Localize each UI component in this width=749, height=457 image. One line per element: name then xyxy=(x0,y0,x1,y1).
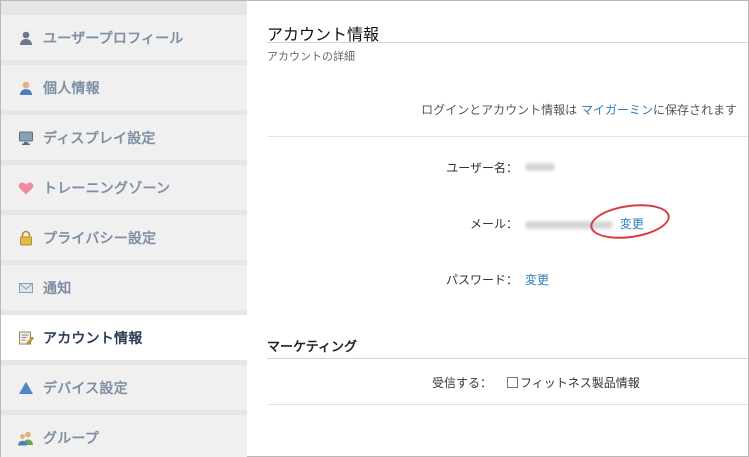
sidebar-item-user-profile[interactable]: ユーザープロフィール xyxy=(1,15,247,60)
person-icon xyxy=(17,79,35,97)
sidebar-item-device-settings[interactable]: デバイス設定 xyxy=(1,365,247,410)
sidebar-item-notifications[interactable]: 通知 xyxy=(1,265,247,310)
fitness-products-checkbox[interactable] xyxy=(507,377,518,388)
group-icon xyxy=(17,429,35,447)
username-value xyxy=(525,159,555,173)
lock-icon xyxy=(17,229,35,247)
marketing-heading: マーケティング xyxy=(267,340,357,355)
mail-icon xyxy=(17,279,35,297)
sidebar-item-label: ディスプレイ設定 xyxy=(43,130,156,147)
sidebar-item-training-zones[interactable]: トレーニングゾーン xyxy=(1,165,247,210)
title-divider xyxy=(267,42,748,43)
username-label: ユーザー名： xyxy=(446,161,518,175)
fitness-products-option[interactable]: フィットネス製品情報 xyxy=(507,374,640,391)
settings-sidebar: ユーザープロフィール 個人情報 ディスプレイ設定 トレーニングゾーン プライバシ… xyxy=(1,1,248,457)
sidebar-item-privacy-settings[interactable]: プライバシー設定 xyxy=(1,215,247,260)
storage-note-suffix: に保存されます xyxy=(652,103,737,117)
sidebar-item-label: 個人情報 xyxy=(43,80,100,97)
page-subtitle: アカウントの詳細 xyxy=(267,50,355,63)
sidebar-item-groups[interactable]: グループ xyxy=(1,415,247,457)
monitor-icon xyxy=(17,129,35,147)
receive-label: 受信する： xyxy=(431,376,492,390)
password-value: 変更 xyxy=(525,271,549,288)
sidebar-item-label: トレーニングゾーン xyxy=(43,180,171,197)
sidebar-item-label: 通知 xyxy=(43,280,72,297)
triangle-icon xyxy=(17,379,35,397)
password-label: パスワード： xyxy=(445,273,518,287)
redacted-username xyxy=(525,162,555,171)
sidebar-item-label: グループ xyxy=(43,430,99,447)
sidebar-item-label: デバイス設定 xyxy=(43,380,128,397)
sidebar-item-label: アカウント情報 xyxy=(43,330,143,347)
storage-note-prefix: ログインとアカウント情報は xyxy=(421,103,581,117)
account-info-panel: アカウント情報 アカウントの詳細 ログインとアカウント情報は マイガーミンに保存… xyxy=(248,1,748,455)
heart-icon xyxy=(17,179,35,197)
sidebar-item-personal-info[interactable]: 個人情報 xyxy=(1,65,247,110)
sidebar-item-display-settings[interactable]: ディスプレイ設定 xyxy=(1,115,247,160)
section-divider xyxy=(267,136,748,137)
sidebar-item-label: ユーザープロフィール xyxy=(43,30,184,47)
email-label: メール： xyxy=(469,217,518,231)
password-change-link[interactable]: 変更 xyxy=(525,273,549,287)
sidebar-item-account-info[interactable]: アカウント情報 xyxy=(1,315,248,360)
storage-note: ログインとアカウント情報は マイガーミンに保存されます xyxy=(421,101,737,118)
my-garmin-link[interactable]: マイガーミン xyxy=(581,103,653,117)
highlight-annotation xyxy=(588,199,672,244)
sidebar-item-label: プライバシー設定 xyxy=(43,230,157,247)
user-icon xyxy=(17,29,35,47)
fitness-products-label: フィットネス製品情報 xyxy=(520,376,640,390)
account-edit-icon xyxy=(17,329,35,347)
bottom-divider xyxy=(267,404,748,405)
marketing-divider xyxy=(267,358,748,359)
